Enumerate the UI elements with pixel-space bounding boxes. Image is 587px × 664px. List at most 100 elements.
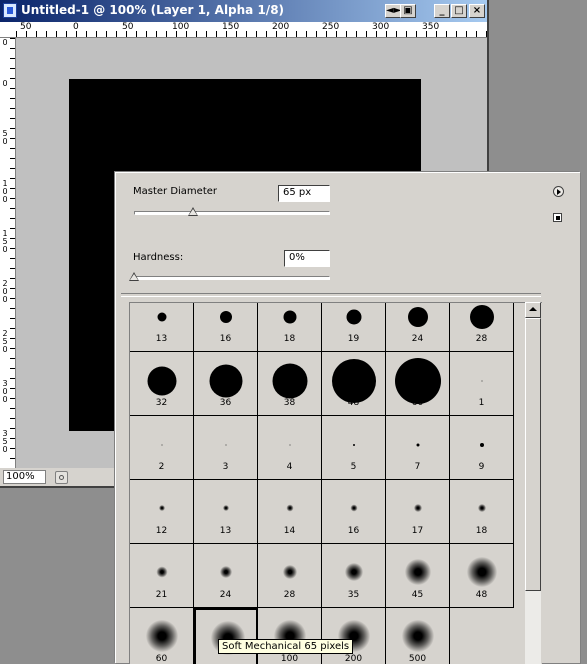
brush-preset[interactable]: 12 [130, 480, 194, 544]
brush-size-label: 48 [475, 590, 488, 600]
brush-preset[interactable]: 4 [258, 416, 322, 480]
ruler-tick [466, 31, 467, 37]
brush-preset[interactable]: 48 [450, 544, 514, 608]
brush-preset[interactable]: 16 [194, 303, 258, 352]
brush-preset[interactable]: 35 [322, 544, 386, 608]
brush-size-label: 5 [350, 462, 357, 472]
brush-preset[interactable]: 24 [194, 544, 258, 608]
ruler-tick [276, 31, 277, 37]
scroll-up-arrow-icon[interactable] [525, 302, 541, 318]
brush-preset-selected[interactable] [194, 608, 258, 664]
ruler-tick [10, 408, 15, 409]
brush-tip-preview [286, 504, 294, 512]
brush-preset[interactable]: 28 [258, 544, 322, 608]
brush-preset[interactable]: 45 [386, 544, 450, 608]
ruler-tick [10, 328, 15, 329]
brush-preset[interactable]: 18 [258, 303, 322, 352]
master-diameter-field[interactable]: 65 px [278, 185, 330, 202]
panel-menu-icon[interactable] [553, 186, 564, 197]
horizontal-ruler[interactable]: 50 0 50 100 150 200 250 300 350 [0, 22, 487, 38]
brush-preset[interactable]: 14 [258, 480, 322, 544]
brush-preset[interactable]: 200 [322, 608, 386, 664]
ruler-tick [26, 31, 27, 37]
brush-size-label: 60 [411, 398, 424, 408]
brush-preset[interactable]: 9 [450, 416, 514, 480]
brush-tip-preview [161, 444, 163, 446]
brush-preset[interactable]: 24 [386, 303, 450, 352]
ruler-tick [226, 31, 227, 37]
ruler-tick [10, 258, 15, 259]
ruler-label: 0 [2, 38, 8, 47]
zoom-level-field[interactable]: 100% [3, 470, 46, 484]
brush-size-label: 38 [283, 398, 296, 408]
brush-preset[interactable]: 3 [194, 416, 258, 480]
ruler-tick [56, 31, 57, 37]
brush-preset[interactable]: 16 [322, 480, 386, 544]
hardness-field[interactable]: 0% [284, 250, 330, 267]
ruler-tick [346, 31, 347, 37]
jump-to-app-button[interactable]: ◄► [385, 4, 401, 18]
minimize-button[interactable]: _ [434, 4, 450, 18]
brush-preset[interactable]: 28 [450, 303, 514, 352]
maximize-button[interactable]: □ [451, 4, 467, 18]
brush-list-scrollbar[interactable] [525, 302, 541, 664]
master-diameter-slider[interactable] [134, 211, 330, 215]
document-title-bar[interactable]: Untitled-1 @ 100% (Layer 1, Alpha 1/8) ◄… [0, 0, 487, 22]
brush-tip-preview [481, 380, 483, 382]
brush-size-label: 35 [347, 590, 360, 600]
brush-preset[interactable]: 100 [258, 608, 322, 664]
brush-preset[interactable]: 32 [130, 352, 194, 416]
hardness-slider-thumb[interactable] [129, 272, 139, 281]
brush-preset[interactable]: 2 [130, 416, 194, 480]
brush-preset[interactable]: 36 [194, 352, 258, 416]
brush-tooltip: Soft Mechanical 65 pixels [218, 639, 354, 654]
ruler-tick [246, 31, 247, 37]
brush-preset[interactable]: 7 [386, 416, 450, 480]
brush-preset[interactable]: 500 [386, 608, 450, 664]
brush-preset-list[interactable]: 13 16 18 19 24 28 32 36 38 48 60 1 2 3 4 5 7 9 12 13 14 16 17 1… [129, 302, 542, 664]
new-preset-icon[interactable] [553, 213, 562, 222]
ruler-tick [10, 338, 15, 339]
ruler-tick [66, 31, 67, 37]
brush-preset[interactable]: 5 [322, 416, 386, 480]
scrollbar-thumb[interactable] [525, 318, 541, 591]
brush-tip-preview [223, 505, 229, 511]
brush-size-label: 16 [347, 526, 360, 536]
ruler-tick [286, 31, 287, 37]
panel-divider [121, 293, 541, 297]
ruler-tick [376, 31, 377, 37]
brush-preset[interactable]: 60 [386, 352, 450, 416]
brush-size-label: 3 [222, 462, 229, 472]
brush-preset[interactable]: 18 [450, 480, 514, 544]
brush-size-label: 13 [219, 526, 232, 536]
brush-preset[interactable]: 1 [450, 352, 514, 416]
brush-tip-preview [416, 443, 420, 447]
close-button[interactable]: × [469, 4, 485, 18]
ruler-tick [36, 31, 37, 37]
ruler-tick [10, 368, 15, 369]
ruler-tick [296, 31, 297, 37]
ruler-label: 50 [122, 22, 134, 32]
ruler-tick [10, 148, 15, 149]
brush-tip-preview [345, 563, 363, 581]
brush-preset[interactable]: 19 [322, 303, 386, 352]
brush-preset[interactable]: 60 [130, 608, 194, 664]
hardness-slider[interactable] [134, 276, 330, 280]
master-diameter-label: Master Diameter [133, 186, 218, 197]
status-info-button[interactable] [55, 471, 68, 484]
vertical-ruler[interactable]: 0 0 50 100 150 200 250 300 350 [0, 38, 16, 468]
ruler-tick [236, 31, 237, 37]
brush-preset[interactable]: 17 [386, 480, 450, 544]
brush-preset[interactable]: 13 [130, 303, 194, 352]
brush-preset[interactable]: 13 [194, 480, 258, 544]
brush-preset[interactable]: 48 [322, 352, 386, 416]
brush-preset[interactable]: 38 [258, 352, 322, 416]
hardness-label: Hardness: [133, 252, 184, 263]
brush-preset[interactable]: 21 [130, 544, 194, 608]
brush-size-label: 100 [280, 654, 299, 664]
ruler-tick [10, 188, 15, 189]
master-diameter-slider-thumb[interactable] [187, 207, 198, 216]
ruler-tick [316, 31, 317, 37]
document-menu-button[interactable]: ▣ [400, 4, 416, 18]
brush-size-label: 500 [408, 654, 427, 664]
